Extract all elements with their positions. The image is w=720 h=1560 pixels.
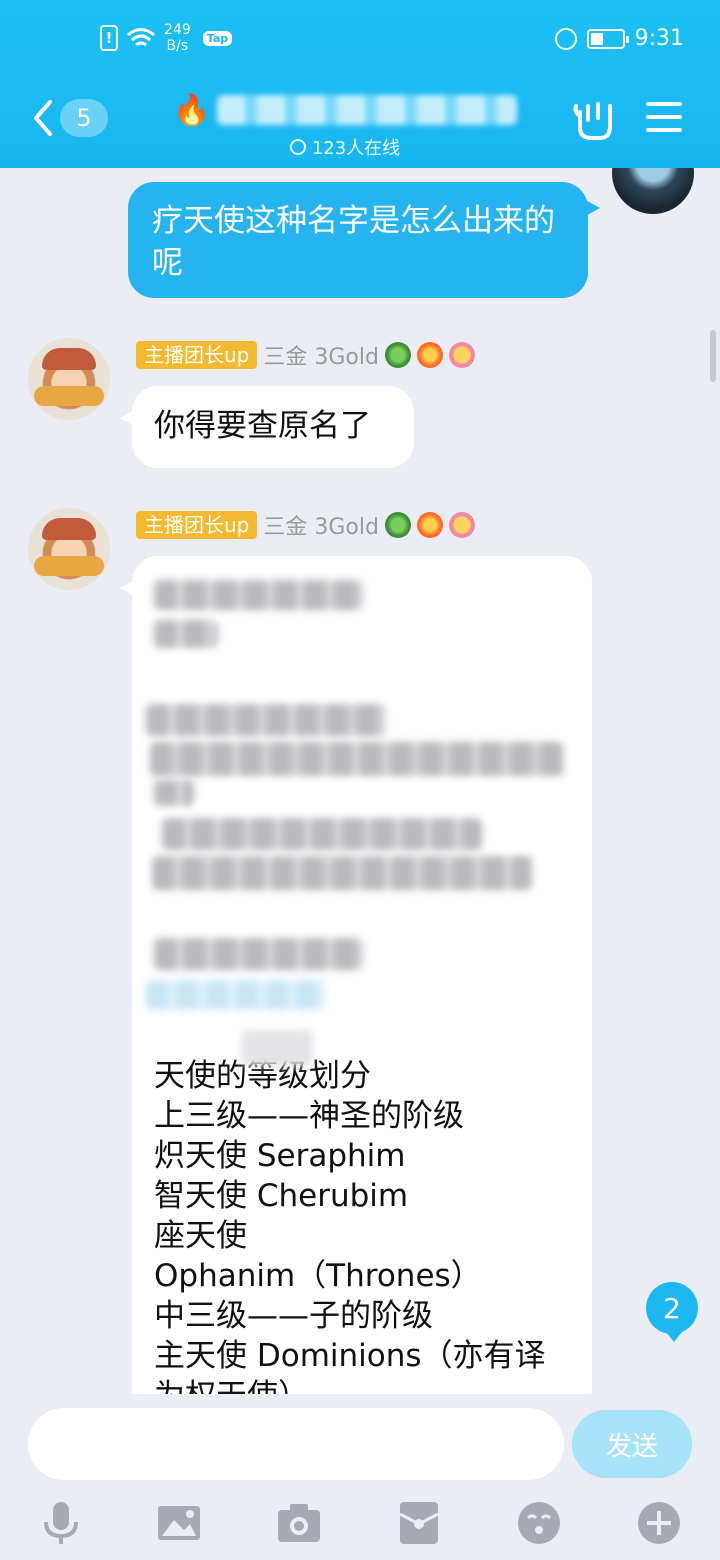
online-text: 123人在线 (311, 138, 401, 159)
fire-icon: 🔥 (173, 92, 211, 128)
group-name: 🔥 (170, 88, 520, 132)
flower-medal-icon (448, 512, 475, 538)
back-button[interactable]: 5 (30, 98, 108, 138)
chat-area[interactable]: 疗天使这种名字是怎么出来的呢 主播团长up 三金 3Gold 你得要查原名了 主… (0, 168, 720, 1394)
chevron-left-icon (34, 100, 52, 136)
redacted-text (242, 1030, 312, 1066)
message-input[interactable] (28, 1408, 564, 1480)
message-text: 疗天使这种名字是怎么出来的呢 (152, 203, 555, 281)
message-line: 座天使 (154, 1218, 247, 1254)
status-left: ! 249 B/s Tap (100, 22, 233, 54)
online-icon (289, 139, 306, 155)
dragon-medal-icon (384, 342, 411, 368)
sender-name[interactable]: 三金 3Gold (263, 339, 379, 371)
message-text: 天使的等级划分 上三级——神圣的阶级 炽天使 Seraphim 智天使 Cher… (154, 1056, 574, 1394)
message-line: 上三级——神圣的阶级 (154, 1098, 464, 1134)
online-count: 123人在线 (170, 134, 520, 160)
net-speed: 249 B/s (164, 22, 191, 54)
sender-info: 主播团长up 三金 3Gold (136, 510, 475, 540)
net-speed-unit: B/s (166, 38, 189, 54)
camera-icon[interactable] (276, 1500, 322, 1546)
emoji-icon[interactable] (516, 1500, 562, 1546)
role-badge: 主播团长up (136, 341, 258, 369)
alarm-icon (554, 27, 577, 50)
menu-button[interactable] (646, 102, 682, 132)
dragon-medal-icon (384, 512, 411, 538)
flower-medal-icon (448, 342, 475, 368)
scrollbar[interactable] (710, 330, 716, 382)
nav-bar: 5 🔥 123人在线 (0, 82, 720, 168)
message-line: 天使的等级划分 (154, 1058, 371, 1094)
redacted-group-name (216, 95, 517, 125)
message-line: 炽天使 Seraphim (154, 1138, 406, 1174)
fire-medal-icon (416, 512, 443, 538)
battery-icon (586, 28, 629, 49)
unread-group-count: 5 (60, 99, 108, 137)
redacted-link[interactable] (146, 980, 326, 1010)
message-line: 为权天使） (154, 1376, 574, 1394)
sender-avatar[interactable] (28, 508, 110, 590)
sender-name[interactable]: 三金 3Gold (263, 509, 379, 541)
net-speed-value: 249 (164, 22, 191, 38)
sender-info: 主播团长up 三金 3Gold (136, 340, 475, 370)
redacted-text (150, 742, 564, 776)
new-messages-count: 2 (663, 1291, 681, 1325)
menu-line (646, 128, 682, 132)
received-message-bubble[interactable]: 你得要查原名了 (120, 386, 414, 468)
message-line: Ophanim（Thrones） (154, 1258, 482, 1294)
notification-icon: ! (100, 25, 118, 51)
message-line: 主天使 Dominions（亦有译 (154, 1338, 546, 1374)
new-messages-badge[interactable]: 2 (646, 1282, 698, 1342)
message-text: 你得要查原名了 (154, 408, 371, 444)
role-badge: 主播团长up (136, 511, 258, 539)
battery-level (590, 32, 603, 45)
plus-icon[interactable] (636, 1500, 682, 1546)
status-bar: ! 249 B/s Tap 9:31 (0, 0, 720, 82)
red-packet-icon[interactable] (396, 1500, 442, 1546)
redacted-text (154, 580, 364, 610)
send-button[interactable]: 发送 (572, 1410, 692, 1478)
chat-header: ! 249 B/s Tap 9:31 5 🔥 123人在线 (0, 0, 720, 168)
received-long-message-bubble[interactable]: 天使的等级划分 上三级——神圣的阶级 炽天使 Seraphim 智天使 Cher… (120, 556, 592, 1394)
toolbar (0, 1492, 720, 1552)
redacted-text (154, 620, 218, 648)
group-title[interactable]: 🔥 123人在线 (170, 88, 520, 160)
redacted-text (154, 938, 364, 970)
wifi-icon (127, 28, 155, 47)
my-avatar[interactable] (612, 168, 694, 214)
status-right: 9:31 (554, 26, 684, 51)
sender-avatar[interactable] (28, 338, 110, 420)
tap-app-icon: Tap (202, 30, 233, 46)
fire-medal-icon (416, 342, 443, 368)
menu-line (646, 115, 682, 119)
menu-line (646, 102, 682, 106)
redacted-text (162, 818, 482, 850)
message-line: 智天使 Cherubim (154, 1178, 409, 1214)
message-line: 中三级——子的阶级 (154, 1298, 433, 1334)
redacted-text (154, 780, 194, 806)
redacted-text (146, 704, 386, 736)
image-icon[interactable] (156, 1500, 202, 1546)
clock: 9:31 (634, 26, 684, 51)
hand-gesture-icon[interactable] (572, 98, 616, 142)
redacted-text (152, 856, 532, 890)
input-bar: 发送 (0, 1394, 720, 1560)
mic-icon[interactable] (38, 1500, 84, 1546)
my-message-bubble[interactable]: 疗天使这种名字是怎么出来的呢 (128, 182, 600, 298)
